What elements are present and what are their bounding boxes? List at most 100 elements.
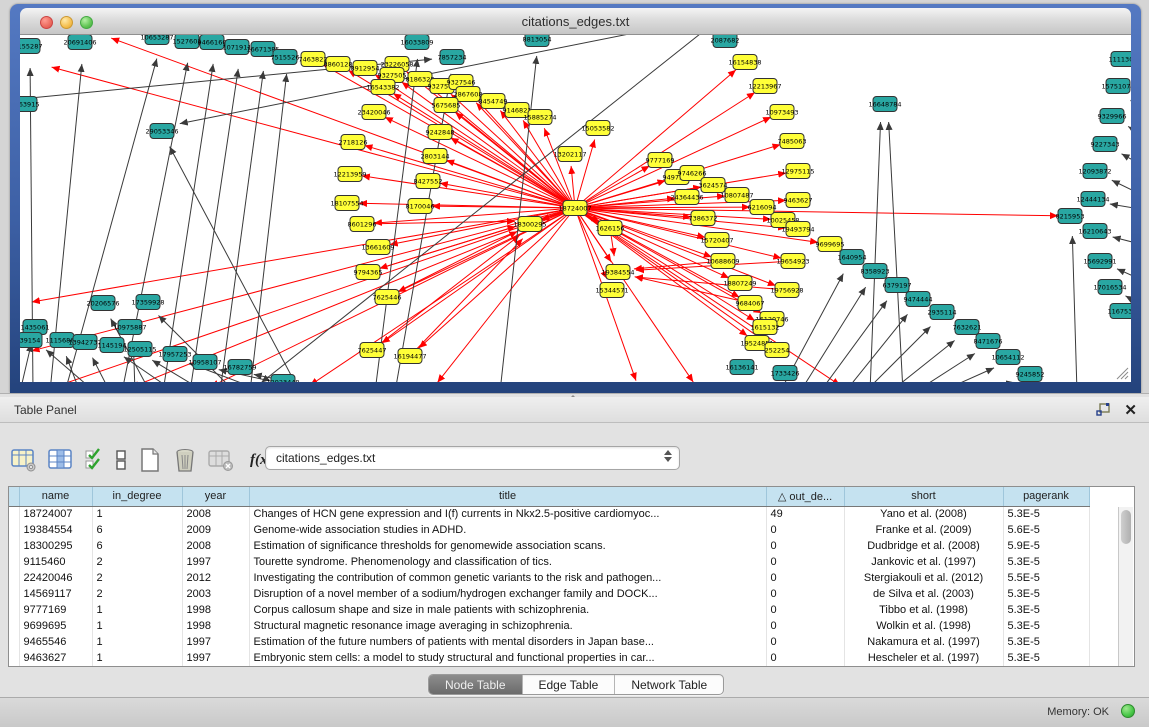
table-cell[interactable]: Yano et al. (2008) [844,506,1003,522]
graph-node[interactable]: 9463627 [784,193,813,208]
graph-node[interactable]: 15344571 [595,283,628,298]
table-cell[interactable]: 0 [766,538,844,554]
graph-node[interactable]: 6216094 [748,200,777,215]
graph-node[interactable]: 19384554 [601,265,634,280]
graph-node[interactable]: 13202117 [553,147,586,162]
graph-node[interactable]: 39154 [20,333,42,348]
table-cell[interactable]: Estimation of the future numbers of pati… [249,634,766,650]
graph-node[interactable]: 10973493 [765,105,798,120]
table-cell[interactable]: Hescheler et al. (1997) [844,650,1003,666]
table-cell[interactable]: 5.6E-5 [1003,522,1089,538]
table-row[interactable]: 1938455462009Genome-wide association stu… [9,522,1089,538]
table-cell[interactable]: 9699695 [19,618,92,634]
table-cell[interactable]: 1 [92,602,182,618]
table-cell[interactable]: 5.3E-5 [1003,506,1089,522]
table-cell[interactable]: Stergiakouli et al. (2012) [844,570,1003,586]
table-cell[interactable]: Nakamura et al. (1997) [844,634,1003,650]
graph-node[interactable]: 19756928 [770,283,803,298]
network-window[interactable]: citations_edges.txt 21552872069140610653… [10,4,1141,393]
graph-node[interactable]: 10653287 [140,35,173,45]
graph-node[interactable]: 8427552 [414,174,443,189]
table-cell[interactable]: 0 [766,522,844,538]
graph-node[interactable]: 15692991 [1083,254,1116,269]
table-cell[interactable]: 5.3E-5 [1003,586,1089,602]
network-graph-svg[interactable]: 2155287206914061065328715276029466160107… [20,35,1131,382]
table-cell[interactable]: Genome-wide association studies in ADHD. [249,522,766,538]
table-row[interactable]: 977716911998Corpus callosum shape and si… [9,602,1089,618]
resize-grip-icon[interactable] [1113,364,1129,380]
graph-node[interactable]: 10688609 [706,254,739,269]
table-cell[interactable]: 1998 [182,602,249,618]
graph-node[interactable]: 23420046 [357,105,390,120]
graph-node[interactable]: 9474444 [904,292,933,307]
table-cell[interactable]: Embryonic stem cells: a model to study s… [249,650,766,666]
table-cell[interactable]: 0 [766,554,844,570]
table-cell[interactable]: 6 [92,538,182,554]
graph-node[interactable]: 12923448 [266,375,299,383]
graph-node[interactable]: 252254 [765,343,790,358]
column-header[interactable]: year [182,487,249,506]
graph-node[interactable]: 9699695 [816,237,845,252]
graph-node[interactable]: 16194477 [393,349,426,364]
table-cell[interactable]: 5.3E-5 [1003,634,1089,650]
table-cell[interactable]: 0 [766,602,844,618]
graph-node[interactable]: 12213967 [748,79,781,94]
graph-node[interactable]: 1640954 [838,250,867,265]
graph-node[interactable]: 10975887 [113,320,146,335]
graph-node[interactable]: 20206576 [86,296,119,311]
table-row[interactable]: 969969511998Structural magnetic resonanc… [9,618,1089,634]
table-cell[interactable]: Investigating the contribution of common… [249,570,766,586]
table-cell[interactable]: 2008 [182,506,249,522]
table-cell[interactable]: 0 [766,586,844,602]
graph-node[interactable]: 16210643 [1078,224,1111,239]
graph-node[interactable]: 2063915 [20,97,39,112]
table-settings-icon[interactable] [11,448,37,472]
scrollbar-thumb[interactable] [1121,510,1131,544]
graph-node[interactable]: 15053582 [581,121,614,136]
graph-node[interactable]: 19493794 [781,222,814,237]
column-header[interactable]: △ out_de... [766,487,844,506]
graph-node[interactable]: 7632621 [953,320,982,335]
graph-node[interactable]: 3624574 [699,178,728,193]
network-view-canvas[interactable]: 2155287206914061065328715276029466160107… [20,35,1131,382]
table-row[interactable]: 1456911722003Disruption of a novel membe… [9,586,1089,602]
table-cell[interactable]: Estimation of significance thresholds fo… [249,538,766,554]
graph-node[interactable]: 7485063 [778,134,807,149]
table-cell[interactable]: 22420046 [19,570,92,586]
graph-node[interactable]: 9329966 [1098,109,1127,124]
graph-node[interactable]: 5675685 [432,98,461,113]
close-panel-icon[interactable]: ✕ [1124,401,1137,419]
table-cell[interactable]: 1998 [182,618,249,634]
graph-node[interactable]: 18300295 [513,217,546,232]
table-cell[interactable]: Franke et al. (2009) [844,522,1003,538]
table-row[interactable]: 911546021997Tourette syndrome. Phenomeno… [9,554,1089,570]
delete-columns-icon[interactable] [208,448,234,472]
tab-edge-table[interactable]: Edge Table [523,675,616,694]
graph-node[interactable]: 18724007 [558,201,591,216]
graph-node[interactable]: 16033809 [400,35,433,50]
table-cell[interactable]: 2 [92,586,182,602]
table-cell[interactable]: 5.3E-5 [1003,554,1089,570]
table-cell[interactable]: Jankovic et al. (1997) [844,554,1003,570]
table-cell[interactable]: Wolkin et al. (1998) [844,618,1003,634]
graph-node[interactable]: 29053346 [145,124,178,139]
graph-node[interactable]: 15885274 [523,110,556,125]
graph-node[interactable]: 20691406 [63,35,96,50]
graph-node[interactable]: 18807249 [723,276,756,291]
graph-node[interactable]: 10654112 [991,350,1024,365]
graph-node[interactable]: 9794365 [354,265,383,280]
table-cell[interactable]: 0 [766,650,844,666]
table-cell[interactable]: 9463627 [19,650,92,666]
delete-table-icon[interactable] [173,447,197,473]
table-cell[interactable]: 1997 [182,634,249,650]
table-cell[interactable]: Corpus callosum shape and size in male p… [249,602,766,618]
column-header[interactable]: short [844,487,1003,506]
table-row[interactable]: 1830029562008Estimation of significance … [9,538,1089,554]
table-cell[interactable]: 0 [766,570,844,586]
graph-node[interactable]: 16648784 [868,97,901,112]
table-cell[interactable]: 49 [766,506,844,522]
table-cell[interactable]: 1 [92,506,182,522]
graph-node[interactable]: 8471676 [974,334,1003,349]
graph-node[interactable]: 9777169 [646,153,675,168]
graph-node[interactable]: 17359928 [131,295,164,310]
